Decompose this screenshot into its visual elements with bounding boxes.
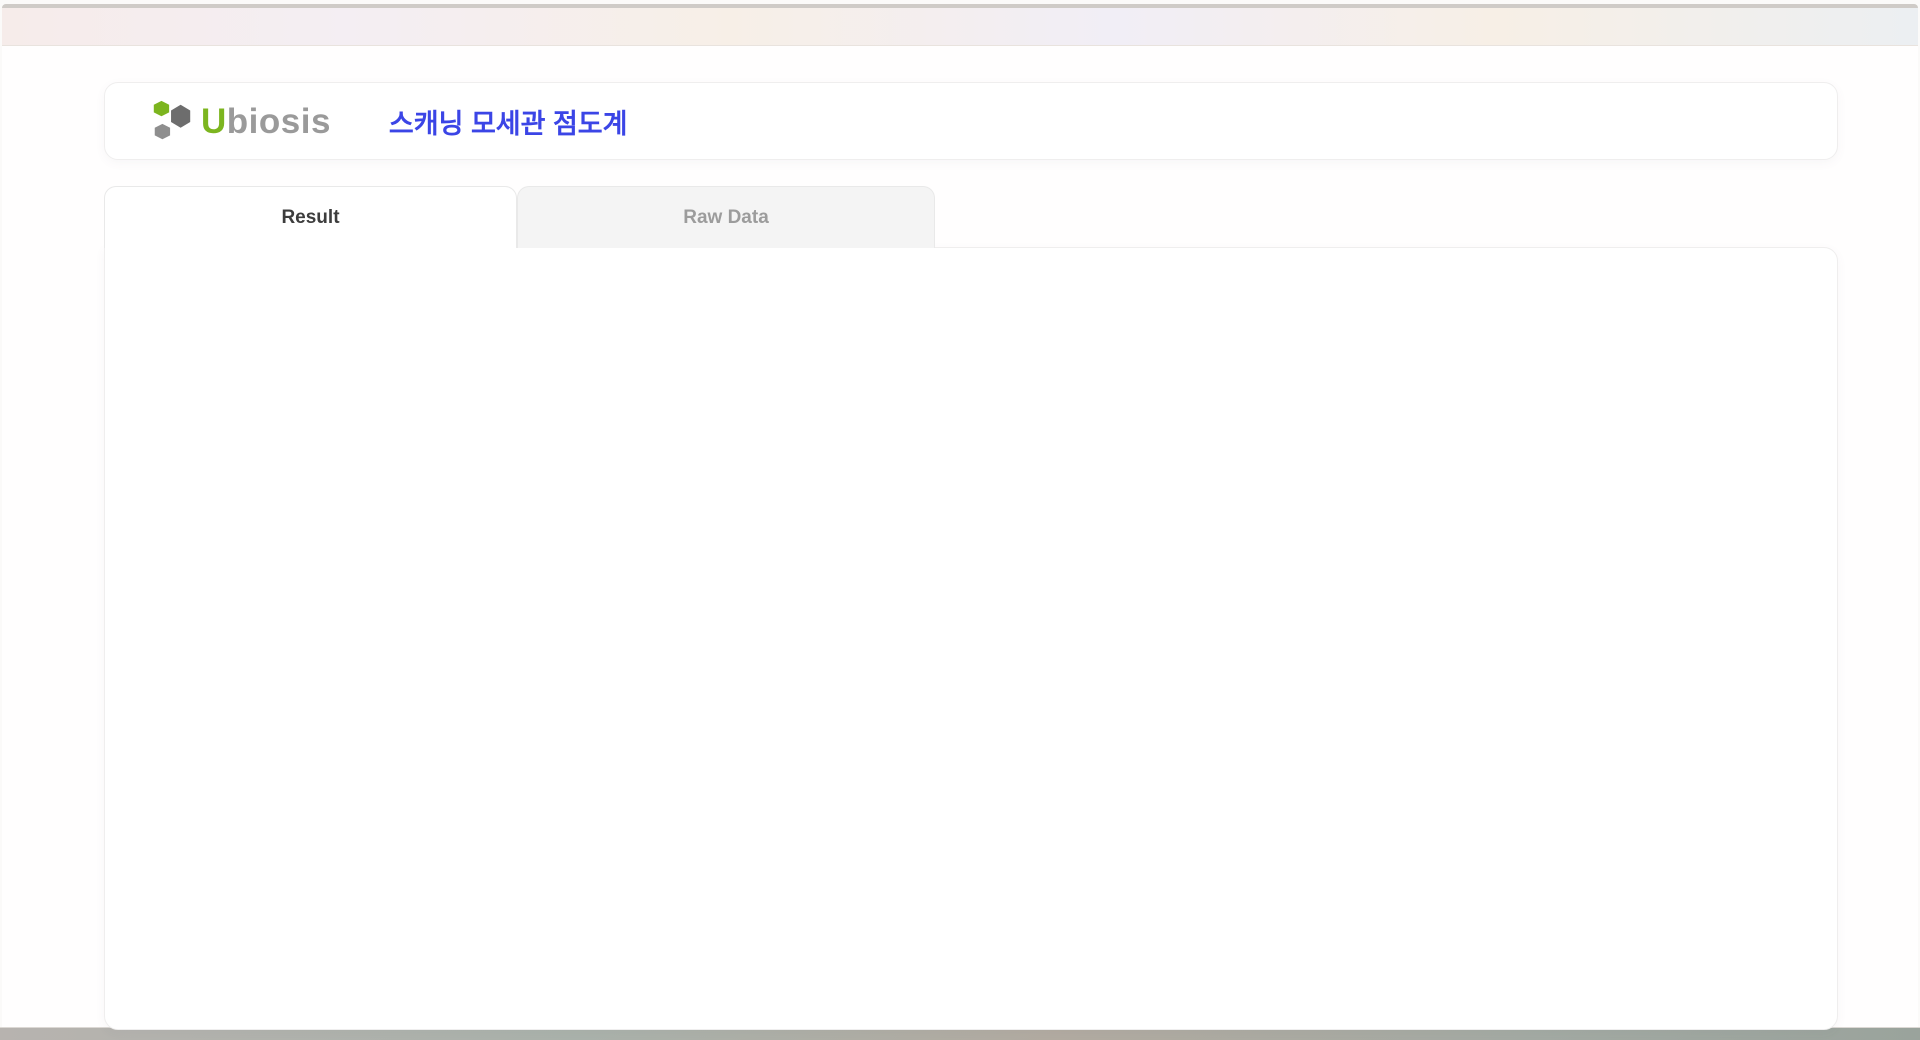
tab-result[interactable]: Result (104, 186, 517, 248)
tab-raw-data[interactable]: Raw Data (517, 186, 935, 248)
brand-logo: Ubiosis (149, 99, 331, 143)
brand-rest: biosis (226, 101, 331, 141)
header-card: Ubiosis 스캐닝 모세관 점도계 (104, 82, 1838, 160)
app-title: 스캐닝 모세관 점도계 (388, 108, 628, 139)
ubiosis-hexagon-logo-icon (153, 100, 191, 140)
result-content-panel (104, 247, 1838, 1030)
brand-u: U (201, 101, 227, 141)
brand-wordmark: Ubiosis (201, 104, 331, 139)
window-title-bar (2, 8, 1918, 46)
